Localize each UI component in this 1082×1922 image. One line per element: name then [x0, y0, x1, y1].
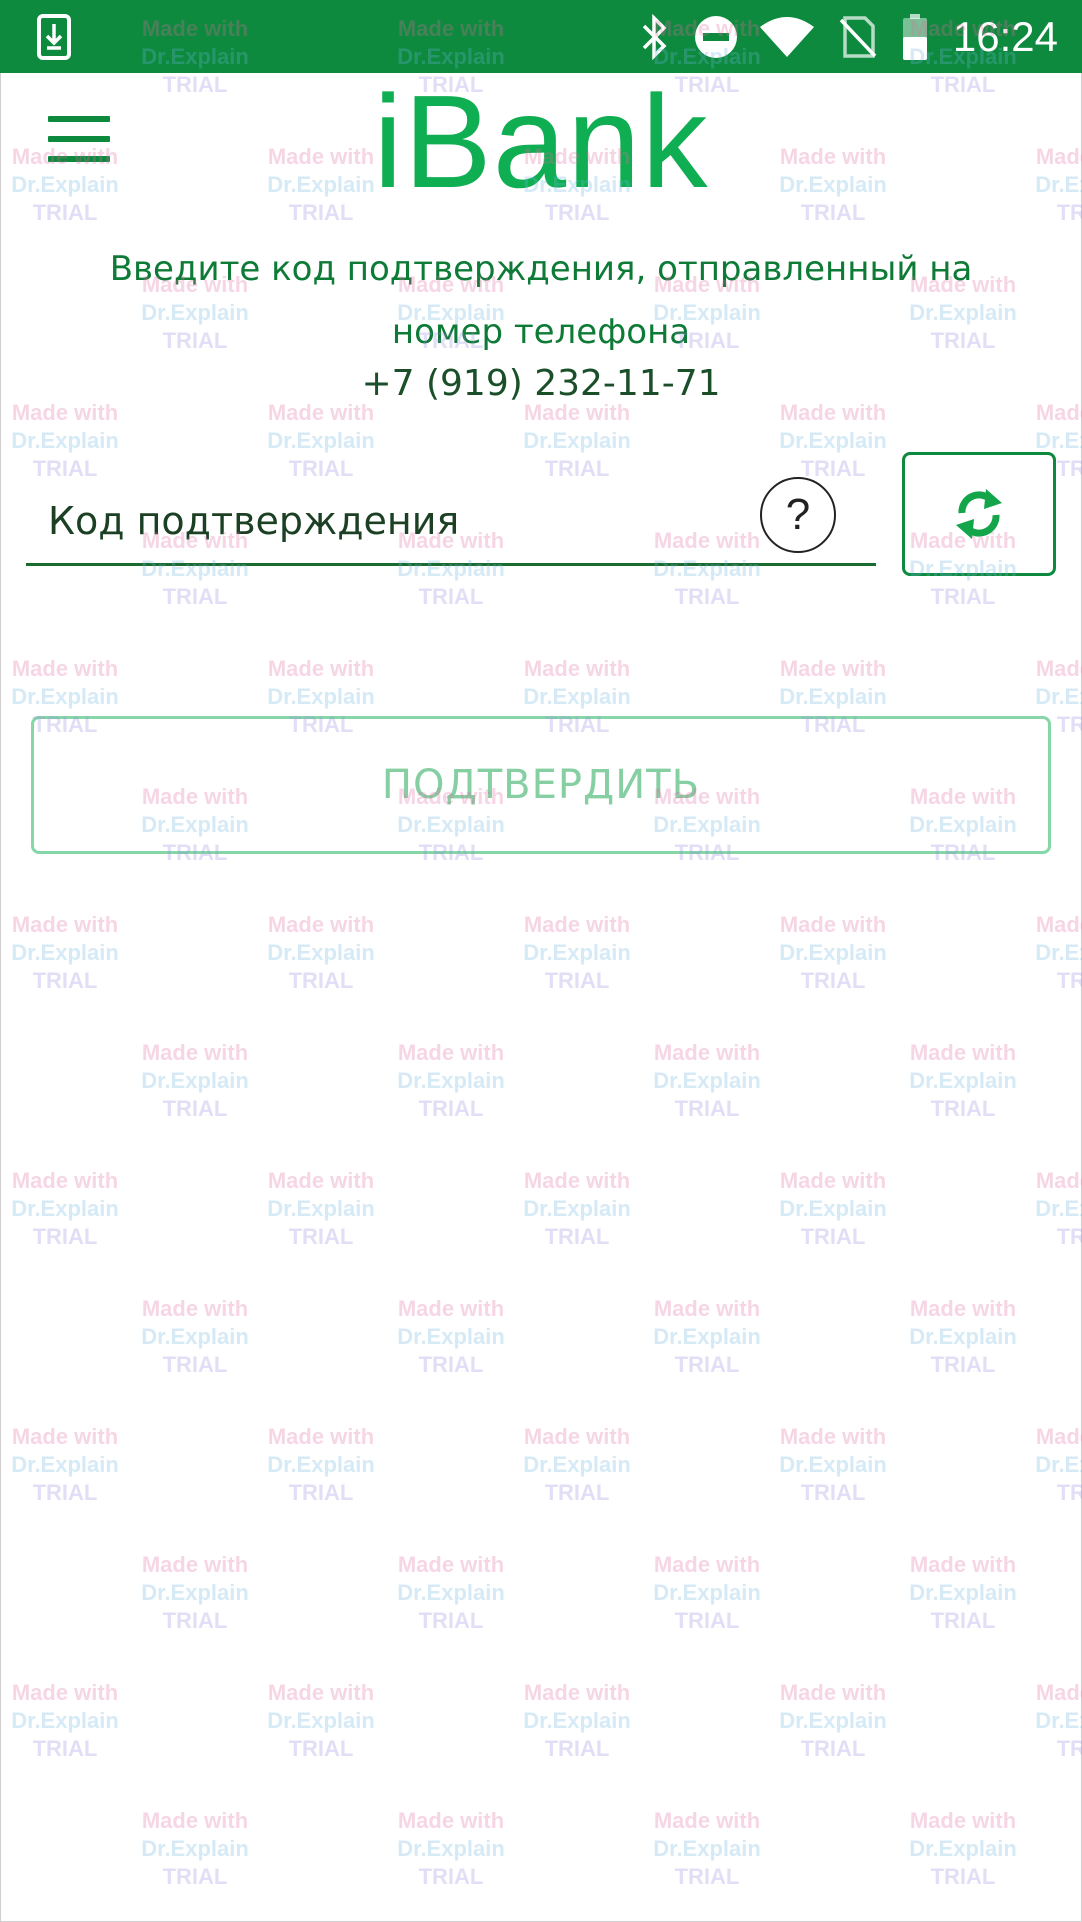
phone-number: +7 (919) 232-11-71 — [361, 363, 721, 404]
refresh-icon — [956, 489, 1002, 539]
wifi-icon — [756, 12, 818, 62]
help-button[interactable]: ? — [760, 477, 836, 553]
status-bar: 16:24 — [0, 0, 1082, 73]
no-sim-icon — [834, 12, 880, 62]
bluetooth-icon — [634, 12, 674, 62]
battery-icon — [898, 12, 932, 62]
app-logo: iBank — [373, 68, 709, 215]
status-time: 16:24 — [952, 13, 1058, 60]
confirmation-code-input[interactable] — [26, 478, 876, 566]
do-not-disturb-icon — [690, 12, 742, 62]
download-icon — [36, 12, 72, 62]
instruction-text: Введите код подтверждения, отправленный … — [109, 249, 973, 352]
resend-code-button[interactable] — [902, 452, 1056, 576]
confirm-button[interactable]: ПОДТВЕРДИТЬ — [31, 716, 1051, 854]
